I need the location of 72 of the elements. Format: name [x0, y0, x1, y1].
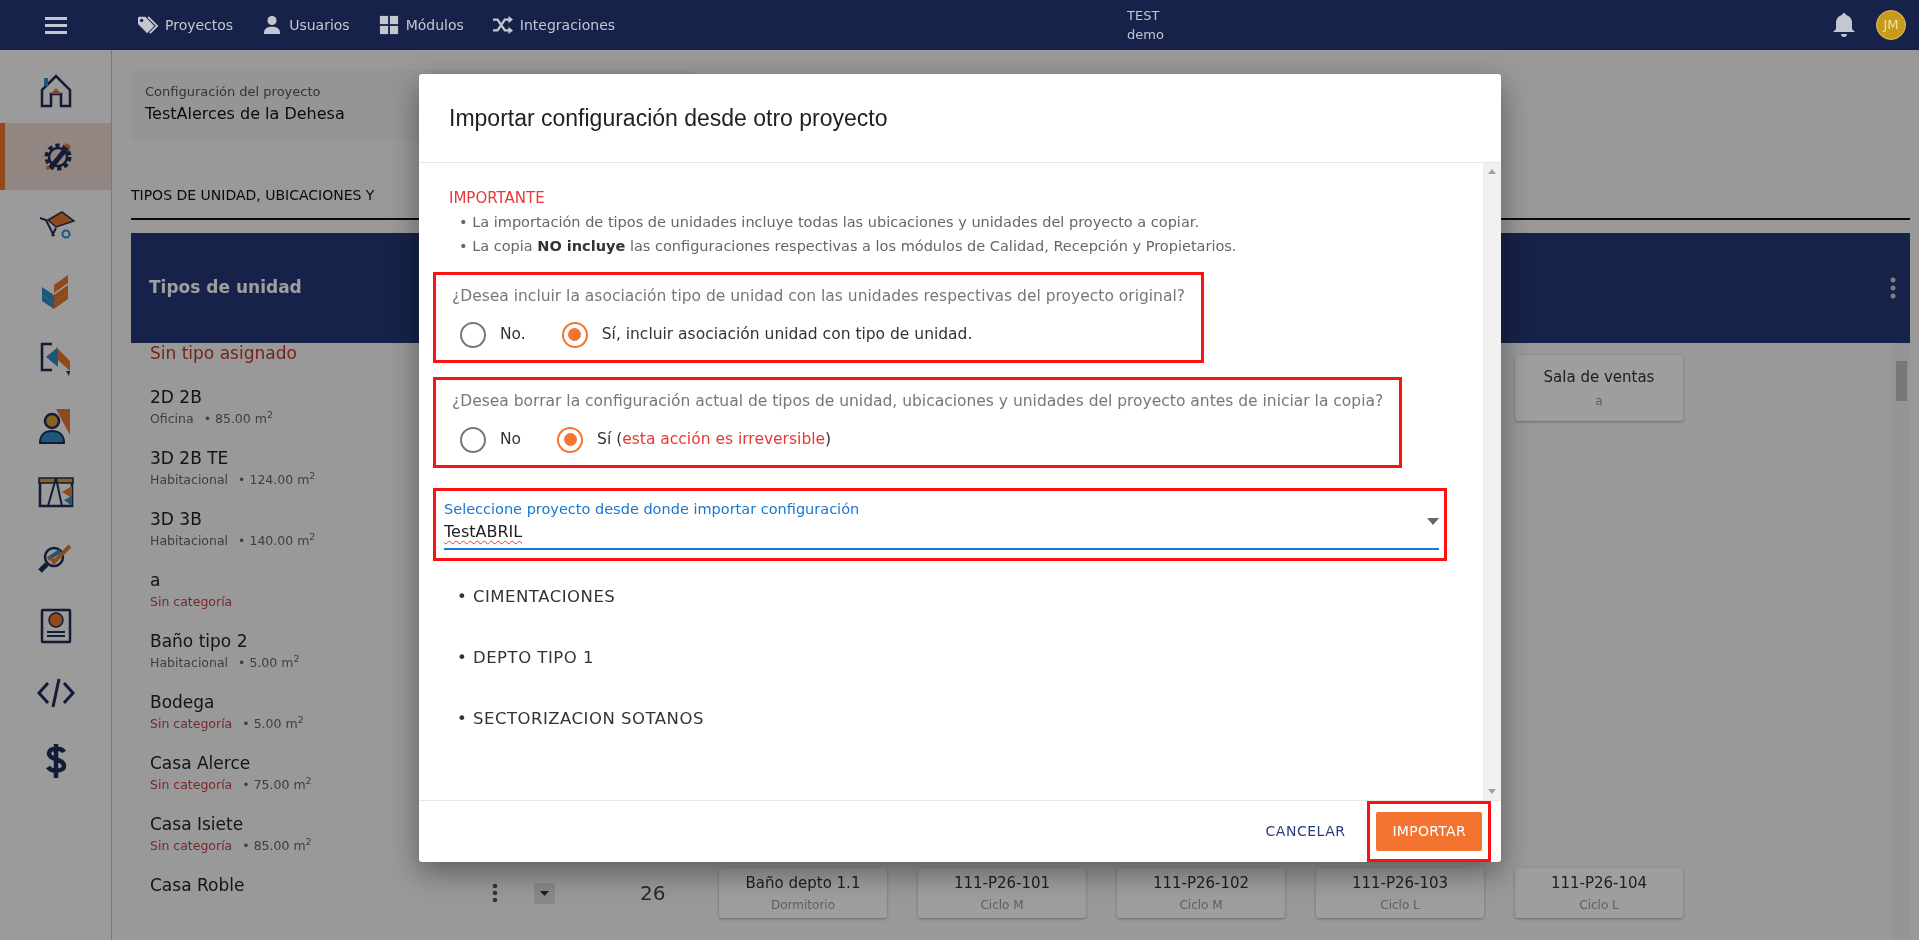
notice-heading: IMPORTANTE	[448, 188, 546, 209]
radio-label[interactable]: No	[500, 427, 522, 452]
scroll-up-icon[interactable]	[1488, 169, 1496, 174]
unit-type: Dormitorio	[771, 897, 835, 915]
unit-type-details: Oficina • 85.00 m$^{2}$	[150, 410, 274, 428]
dropdown-icon[interactable]	[534, 882, 555, 904]
radio-button[interactable]	[460, 321, 486, 348]
unit-card[interactable]: Baño depto 1.1 Dormitorio	[719, 868, 887, 918]
radio-label[interactable]: Sí (esta acción es irreversible)	[597, 427, 832, 452]
project-item: • SECTORIZACION SOTANOS	[456, 708, 705, 731]
menu-icon[interactable]	[45, 16, 67, 34]
unit-type-details: Habitacional • 140.00 m$^{2}$	[150, 532, 317, 550]
unit-card[interactable]: 111-P26-101 Ciclo M	[918, 868, 1086, 918]
sidebar-item[interactable]	[0, 123, 111, 190]
unit-type-details: Sin categoría • 5.00 m$^{2}$	[150, 715, 305, 733]
select-label: Seleccione proyecto desde donde importar configuración	[444, 499, 860, 519]
unit-type: a	[1595, 393, 1603, 411]
project-select[interactable]: Seleccione proyecto desde donde importar configuración TestABRIL	[444, 494, 1439, 551]
nav-link[interactable]: Proyectos	[137, 14, 234, 36]
unit-name: Baño depto 1.1	[745, 872, 861, 894]
grid-icon	[377, 15, 400, 35]
unit-type-details: Habitacional • 124.00 m$^{2}$	[150, 471, 317, 489]
project-name: TestAlerces de la Dehesa	[145, 102, 345, 125]
unit-type: Ciclo M	[1179, 897, 1223, 915]
unit-type: Ciclo L	[1380, 897, 1420, 915]
unit-type-name[interactable]: Casa Roble	[150, 872, 431, 898]
dialog-title: Importar configuración desde otro proyecto	[419, 74, 1501, 163]
project-item: • DEPTO TIPO 1	[456, 647, 595, 670]
radio-button[interactable]	[460, 426, 486, 453]
nav-link[interactable]: Integraciones	[491, 14, 616, 36]
unit-type-details: Sin categoría • 75.00 m$^{2}$	[150, 776, 313, 794]
unit-type: Ciclo L	[1579, 897, 1619, 915]
select-value: TestABRIL	[444, 521, 524, 544]
question-text: ¿Desea incluir la asociación tipo de unidad con las unidades respectivas del proyecto original?	[452, 285, 1185, 307]
unit-type: Ciclo M	[980, 897, 1024, 915]
unit-name: 111-P26-101	[953, 872, 1051, 894]
unit-card[interactable]: 111-P26-103 Ciclo L	[1316, 868, 1484, 918]
scroll-down-icon[interactable]	[1488, 789, 1496, 794]
notice-text: • La importación de tipos de unidades incluye todas las ubicaciones y unidades del proyecto a copiar.	[458, 212, 1200, 232]
radio-label[interactable]: Sí, incluir asociación unidad con tipo de unidad.	[601, 322, 973, 347]
floor-number: 26	[640, 880, 666, 907]
scrollbar[interactable]	[1483, 163, 1501, 800]
user-name: demo	[1127, 26, 1164, 44]
unit-card[interactable]: 111-P26-104 Ciclo L	[1515, 868, 1683, 918]
unit-name: 111-P26-104	[1550, 872, 1648, 894]
unit-name: 111-P26-102	[1152, 872, 1250, 894]
radio-button[interactable]	[557, 426, 584, 453]
radio-label[interactable]: No.	[500, 322, 526, 347]
bell-icon[interactable]	[1832, 12, 1856, 38]
nav-link[interactable]: Usuarios	[261, 14, 350, 36]
more-vert-icon[interactable]	[1890, 277, 1896, 299]
question-text: ¿Desea borrar la configuración actual de tipos de unidad, ubicaciones y unidades del proyecto antes de iniciar la copia?	[452, 390, 1384, 412]
cancel-button[interactable]: CANCELAR	[1257, 813, 1354, 850]
project-item: • CIMENTACIONES	[456, 586, 617, 609]
tag-icon	[137, 15, 159, 35]
scrollbar[interactable]	[1893, 343, 1910, 940]
unit-card[interactable]: 111-P26-102 Ciclo M	[1117, 868, 1285, 918]
company-name: TEST	[1127, 7, 1161, 25]
unit-type-details: Sin categoría	[150, 593, 234, 611]
radio-button[interactable]	[561, 321, 588, 348]
shuffle-icon	[491, 15, 514, 35]
unit-type-details: Sin categoría • 85.00 m$^{2}$	[150, 837, 313, 855]
nav-link[interactable]: Módulos	[377, 14, 464, 36]
notice-text: • La copia NO incluye las configuraciones respectivas a los módulos de Calidad, Recepción y Propietarios.	[458, 236, 1238, 256]
panel-title: Tipos de unidad	[149, 276, 302, 300]
unit-card[interactable]: Sala de ventas a	[1515, 355, 1683, 421]
unit-name: Sala de ventas	[1543, 366, 1655, 388]
unit-name: 111-P26-103	[1351, 872, 1449, 894]
field-label: Configuración del proyecto	[145, 83, 322, 101]
unit-type-details: Habitacional • 5.00 m$^{2}$	[150, 654, 301, 672]
caret-icon	[1427, 517, 1439, 525]
more-vert-icon[interactable]	[492, 883, 498, 903]
